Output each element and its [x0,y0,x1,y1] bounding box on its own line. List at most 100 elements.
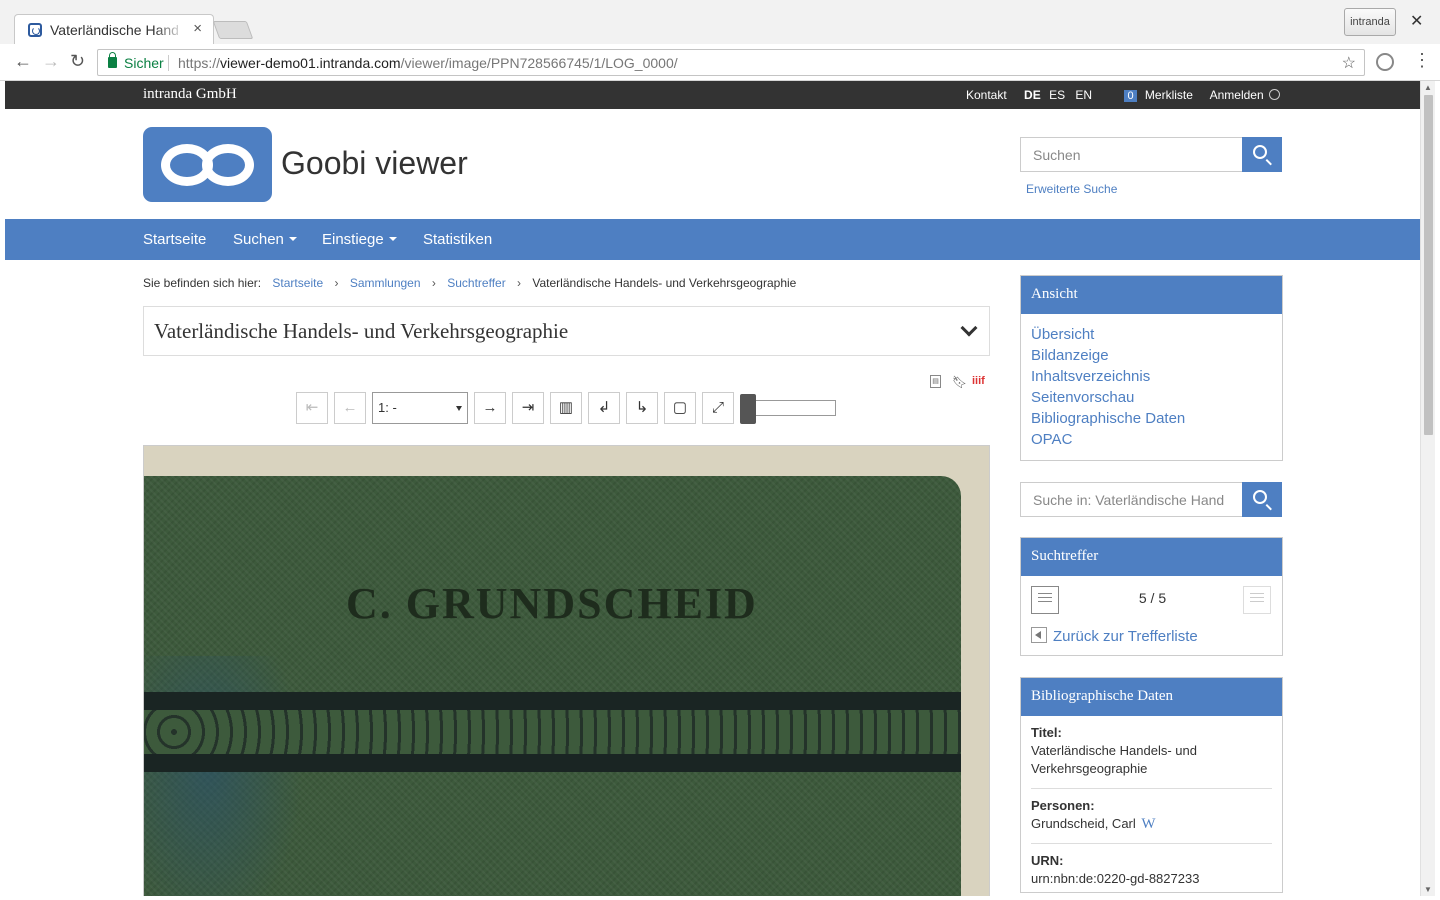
reset-view-icon[interactable]: ▢ [664,392,696,424]
biblio-urn-label: URN: [1031,853,1064,868]
scroll-down-icon[interactable]: ▼ [1424,885,1432,894]
lang-en-link[interactable]: EN [1075,88,1092,102]
lang-es-link[interactable]: ES [1049,88,1065,102]
back-to-hitlist-link[interactable]: Zurück zur Trefferliste [1031,627,1198,645]
browser-menu-icon[interactable]: ⋮ [1413,50,1431,71]
caret-down-icon [388,237,397,241]
breadcrumb-prefix: Sie befinden sich hier: [143,276,262,290]
first-page-button[interactable]: ⇤ [296,392,328,424]
rotate-left-icon[interactable]: ↲ [588,392,620,424]
view-link-opac[interactable]: OPAC [1031,429,1272,450]
next-page-button[interactable]: → [474,392,506,424]
biblio-persons-value[interactable]: Grundscheid, Carl [1031,816,1136,831]
nav-entries[interactable]: Einstiege [322,231,397,248]
site-header: Goobi viewer Suchen Erweiterte Suche [5,109,1420,219]
document-title-panel[interactable]: Vaterländische Handels- und Verkehrsgeog… [143,306,990,356]
forward-arrow-icon[interactable]: → [42,51,60,72]
double-page-icon[interactable]: ▥ [550,392,582,424]
user-icon[interactable] [1268,89,1280,100]
breadcrumb-collections[interactable]: Sammlungen [350,276,421,290]
breadcrumb-current: Vaterländische Handels- und Verkehrsgeog… [532,276,797,290]
address-divider [168,55,169,71]
nav-search[interactable]: Suchen [233,231,297,248]
breadcrumb-hits[interactable]: Suchtreffer [447,276,505,290]
new-tab-button[interactable] [212,21,254,39]
search-icon [1253,145,1267,159]
document-image-viewer[interactable]: C. GRUNDSCHEID [143,445,990,896]
search-hits-heading: Suchtreffer [1021,538,1282,576]
bookmark-star-icon[interactable]: ☆ [1342,53,1356,73]
browser-toolbar: ← → ↻ Sicher https://viewer-demo01.intra… [0,44,1440,81]
lang-de-link[interactable]: DE [1024,88,1041,102]
breadcrumb-home[interactable]: Startseite [272,276,323,290]
biblio-title-value: Vaterländische Handels- und Verkehrsgeog… [1031,743,1197,776]
wikipedia-icon[interactable]: W [1141,816,1155,832]
contact-link[interactable]: Kontakt [966,88,1007,102]
site-title[interactable]: Goobi viewer [281,145,468,182]
search-hits-widget: Suchtreffer 5 / 5 Zurück zur Trefferlist… [1020,537,1283,656]
logo-ring-right [202,144,254,186]
search-button[interactable] [1242,137,1282,172]
biblio-persons-row: Personen: Grundscheid, Carl W [1031,789,1272,844]
view-link-metadata[interactable]: Bibliographische Daten [1031,408,1272,429]
bookmark-icon[interactable]: 🔖︎ [952,375,967,389]
previous-page-button[interactable]: ← [334,392,366,424]
profile-button[interactable]: intranda [1344,8,1396,36]
view-link-image[interactable]: Bildanzeige [1031,345,1272,366]
page-scrollbar[interactable]: ▲ ▼ [1420,81,1435,896]
iiif-icon[interactable]: iiif [972,375,985,387]
nav-home[interactable]: Startseite [143,231,206,248]
biblio-title-row: Titel: Vaterländische Handels- und Verke… [1031,716,1272,789]
login-link[interactable]: Anmelden [1210,88,1264,102]
biblio-persons-label: Personen: [1031,798,1095,813]
biblio-urn-value: urn:nbn:de:0220-gd-8827233 [1031,871,1200,886]
reload-icon[interactable]: ↻ [70,51,85,72]
top-bar: intranda GmbH Kontakt DE ES EN 0 Merklis… [5,81,1420,109]
extension-icon[interactable] [1376,53,1394,71]
bibliographic-widget: Bibliographische Daten Titel: Vaterländi… [1020,677,1283,893]
address-bar[interactable]: Sicher https://viewer-demo01.intranda.co… [97,49,1365,76]
search-in-document-button[interactable] [1242,482,1282,517]
advanced-search-link[interactable]: Erweiterte Suche [1026,182,1117,196]
goobi-logo[interactable] [143,127,272,202]
pdf-icon[interactable]: ▤ [930,375,941,388]
breadcrumb-separator: › [517,276,522,290]
rotate-right-icon[interactable]: ↳ [626,392,658,424]
zoom-slider[interactable] [746,400,836,416]
biblio-title-label: Titel: [1031,725,1062,740]
next-hit-icon[interactable] [1243,586,1271,614]
main-navigation: Startseite Suchen Einstiege Statistiken [5,219,1420,260]
page-select[interactable]: 1: - [372,392,468,424]
view-link-toc[interactable]: Inhaltsverzeichnis [1031,366,1272,387]
secure-label: Sicher [124,55,164,71]
scroll-up-icon[interactable]: ▲ [1424,83,1432,92]
company-name: intranda GmbH [143,86,237,102]
search-input[interactable]: Suchen [1020,137,1243,172]
fullscreen-icon[interactable]: ⤢ [702,392,734,424]
back-arrow-icon[interactable]: ← [14,51,32,72]
search-in-document-input[interactable]: Suche in: Vaterländische Hand [1020,482,1243,517]
view-link-overview[interactable]: Übersicht [1031,324,1272,345]
zoom-slider-handle[interactable] [740,394,756,424]
tab-close-icon[interactable]: × [193,20,202,37]
browser-tab[interactable]: Vaterländische Hand × [14,14,214,46]
url-text: https://viewer-demo01.intranda.com/viewe… [178,55,678,71]
window-close-icon[interactable]: ✕ [1410,11,1423,31]
bookmark-count-badge: 0 [1124,90,1137,102]
view-link-thumbnails[interactable]: Seitenvorschau [1031,387,1272,408]
cover-ornament-pattern [144,710,961,754]
view-widget: Ansicht Übersicht Bildanzeige Inhaltsver… [1020,275,1283,461]
back-arrow-icon [1031,627,1047,643]
nav-statistics[interactable]: Statistiken [423,231,492,248]
back-to-hitlist-label: Zurück zur Trefferliste [1053,628,1198,645]
chevron-down-icon[interactable] [960,319,978,337]
breadcrumb-separator: › [431,276,436,290]
url-scheme: https:// [178,55,221,71]
last-page-button[interactable]: ⇥ [512,392,544,424]
view-list: Übersicht Bildanzeige Inhaltsverzeichnis… [1021,314,1282,460]
bookmarks-link[interactable]: Merkliste [1145,88,1193,102]
site-favicon-icon [28,23,42,37]
url-host: viewer-demo01.intranda.com [220,55,401,71]
scrollbar-thumb[interactable] [1424,95,1433,435]
lock-icon [108,52,117,68]
